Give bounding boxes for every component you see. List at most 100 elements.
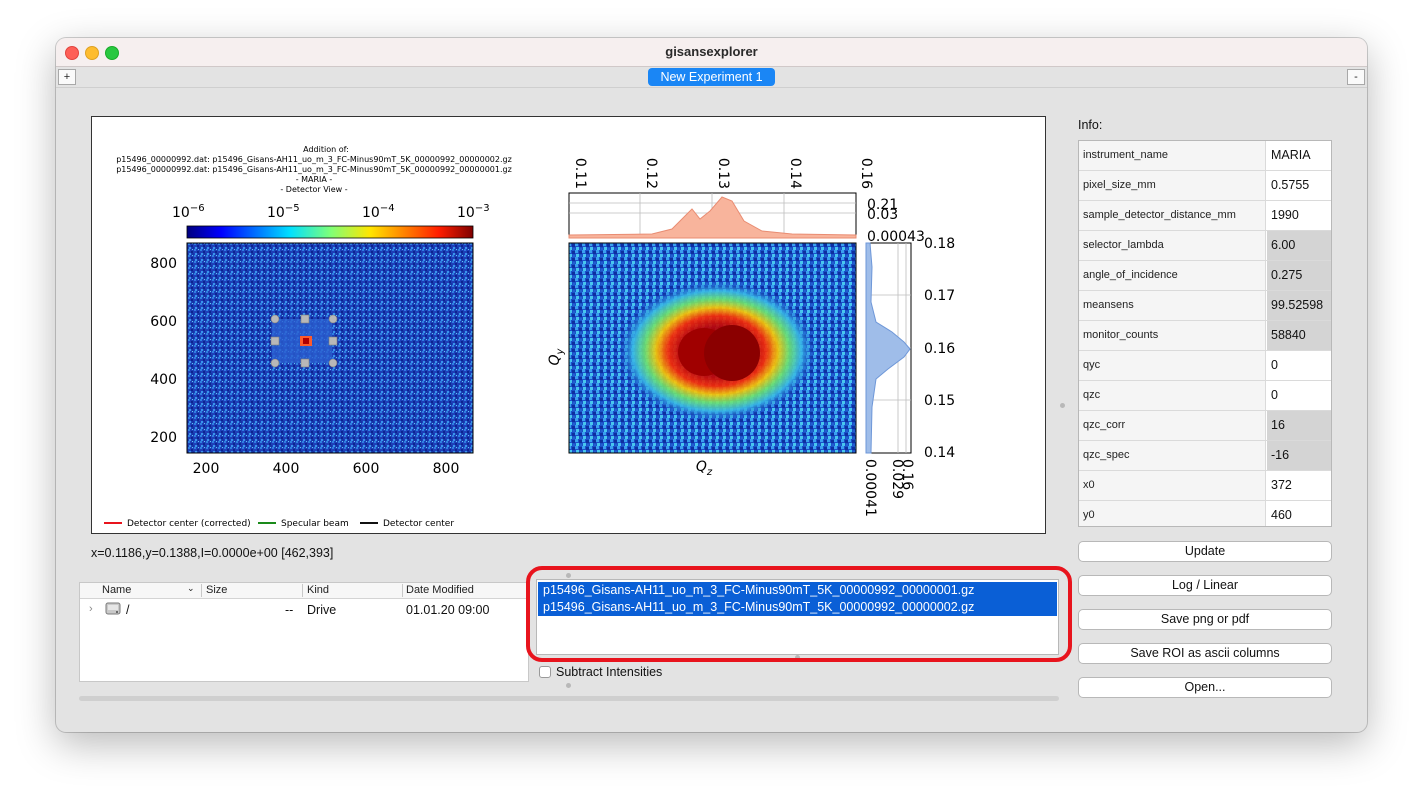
column-divider[interactable] xyxy=(302,584,303,597)
plot-title-line: - MARIA - xyxy=(296,175,333,184)
detector-xtick: 800 xyxy=(433,461,460,477)
plot-title-line: p15496_00000992.dat: p15496_Gisans-AH11_… xyxy=(116,165,512,174)
log-linear-button[interactable]: Log / Linear xyxy=(1078,575,1332,596)
column-header-size[interactable]: Size xyxy=(206,584,227,596)
detector-xtick: 200 xyxy=(193,461,220,477)
qz-axis-label: Qz xyxy=(696,459,713,478)
qz-top-tick: 0.13 xyxy=(715,158,731,189)
info-value[interactable]: 0.5755 xyxy=(1267,171,1331,200)
plot-figure: Addition of: p15496_00000992.dat: p15496… xyxy=(104,145,955,529)
table-row: qzc 0 xyxy=(1079,381,1331,411)
info-label: Info: xyxy=(1078,118,1103,132)
column-divider[interactable] xyxy=(201,584,202,597)
info-value[interactable]: 6.00 xyxy=(1267,231,1331,260)
detector-ytick: 400 xyxy=(150,372,177,388)
svg-text:10−6: 10−6 xyxy=(172,203,205,221)
qy-right-tick: 0.15 xyxy=(924,393,955,409)
colorbar xyxy=(186,225,474,239)
splitter-handle[interactable] xyxy=(566,683,571,688)
info-value[interactable]: 99.52598 xyxy=(1267,291,1331,320)
info-value[interactable]: 1990 xyxy=(1267,201,1331,230)
detector-ytick: 200 xyxy=(150,430,177,446)
info-value[interactable]: MARIA xyxy=(1267,141,1331,170)
table-row: selector_lambda 6.00 xyxy=(1079,231,1331,261)
cursor-coordinates: x=0.1186,y=0.1388,I=0.0000e+00 [462,393] xyxy=(91,546,334,560)
file-date: 01.01.20 09:00 xyxy=(406,603,490,617)
file-size: -- xyxy=(285,603,294,617)
detector-xtick: 600 xyxy=(353,461,380,477)
column-header-date[interactable]: Date Modified xyxy=(406,584,474,596)
column-header-name[interactable]: Name xyxy=(102,584,131,596)
svg-text:10−4: 10−4 xyxy=(362,203,395,221)
info-value[interactable]: 16 xyxy=(1267,411,1331,440)
chevron-right-icon[interactable]: › xyxy=(89,603,93,615)
detector-ytick: 600 xyxy=(150,314,177,330)
info-key: meansens xyxy=(1079,291,1266,320)
info-value[interactable]: 58840 xyxy=(1267,321,1331,350)
svg-text:10−5: 10−5 xyxy=(267,203,300,221)
colorbar-labels: 10−6 10−5 10−4 10−3 xyxy=(172,203,490,221)
open-button[interactable]: Open... xyxy=(1078,677,1332,698)
highlight-annotation xyxy=(526,566,1072,662)
info-key: pixel_size_mm xyxy=(1079,171,1266,200)
qz-top-tick: 0.11 xyxy=(572,158,588,189)
column-header-kind[interactable]: Kind xyxy=(307,584,329,596)
qz-top-tick: 0.16 xyxy=(858,158,874,189)
qy-right-tick: 0.17 xyxy=(924,288,955,304)
info-key: qyc xyxy=(1079,351,1266,380)
column-divider[interactable] xyxy=(402,584,403,597)
info-key: sample_detector_distance_mm xyxy=(1079,201,1266,230)
info-key: qzc_spec xyxy=(1079,441,1266,470)
table-row: qzc_spec -16 xyxy=(1079,441,1331,471)
info-key: y0 xyxy=(1079,501,1266,526)
qz-hist-tick: 0.03 xyxy=(867,207,898,223)
info-value[interactable]: 0.275 xyxy=(1267,261,1331,290)
table-row: qyc 0 xyxy=(1079,351,1331,381)
qy-hist-tick: 0.00041 xyxy=(862,459,878,517)
file-browser[interactable]: Name ⌄ Size Kind Date Modified › / -- Dr… xyxy=(79,582,529,682)
qz-top-tick: 0.14 xyxy=(787,158,803,189)
detector-xtick: 400 xyxy=(273,461,300,477)
qz-top-tick: 0.12 xyxy=(643,158,659,189)
save-png-button[interactable]: Save png or pdf xyxy=(1078,609,1332,630)
file-kind: Drive xyxy=(307,603,337,617)
table-row[interactable]: › / -- Drive 01.01.20 09:00 xyxy=(80,601,528,619)
chevron-down-icon[interactable]: ⌄ xyxy=(187,583,195,594)
info-key: qzc_corr xyxy=(1079,411,1266,440)
app-window: gisansexplorer + - New Experiment 1 Addi… xyxy=(56,38,1367,732)
table-row: y0 460 xyxy=(1079,501,1331,526)
qy-right-tick: 0.18 xyxy=(924,236,955,252)
splitter-handle[interactable] xyxy=(1060,403,1065,408)
qy-axis-label: Qy xyxy=(547,347,566,365)
window-title: gisansexplorer xyxy=(665,44,758,59)
info-key: x0 xyxy=(1079,471,1266,500)
table-row: instrument_name MARIA xyxy=(1079,141,1331,171)
subtract-intensities-checkbox[interactable] xyxy=(539,666,551,678)
table-row: sample_detector_distance_mm 1990 xyxy=(1079,201,1331,231)
legend-label: Specular beam xyxy=(281,519,349,529)
title-bar: gisansexplorer xyxy=(56,38,1367,67)
remove-tab-button[interactable]: - xyxy=(1347,69,1365,85)
qy-right-tick: 0.14 xyxy=(924,445,955,461)
info-key: angle_of_incidence xyxy=(1079,261,1266,290)
info-value[interactable]: 460 xyxy=(1267,501,1331,526)
info-table[interactable]: instrument_name MARIA pixel_size_mm 0.5755… xyxy=(1078,140,1332,527)
horizontal-scrollbar[interactable] xyxy=(79,696,1059,701)
update-button[interactable]: Update xyxy=(1078,541,1332,562)
info-key: instrument_name xyxy=(1079,141,1266,170)
detector-ytick: 800 xyxy=(150,256,177,272)
tab-new-experiment[interactable]: New Experiment 1 xyxy=(648,68,775,86)
info-value[interactable]: -16 xyxy=(1267,441,1331,470)
save-roi-button[interactable]: Save ROI as ascii columns xyxy=(1078,643,1332,664)
info-value[interactable]: 372 xyxy=(1267,471,1331,500)
info-key: monitor_counts xyxy=(1079,321,1266,350)
info-value[interactable]: 0 xyxy=(1267,351,1331,380)
plot-canvas[interactable]: Addition of: p15496_00000992.dat: p15496… xyxy=(91,116,1046,534)
legend-label: Detector center (corrected) xyxy=(127,519,251,529)
info-value[interactable]: 0 xyxy=(1267,381,1331,410)
add-tab-button[interactable]: + xyxy=(58,69,76,85)
plot-title-line: - Detector View - xyxy=(280,185,347,194)
qy-right-tick: 0.16 xyxy=(924,341,955,357)
legend-label: Detector center xyxy=(383,519,454,529)
qy-hist-tick: 0.16 xyxy=(899,459,915,490)
